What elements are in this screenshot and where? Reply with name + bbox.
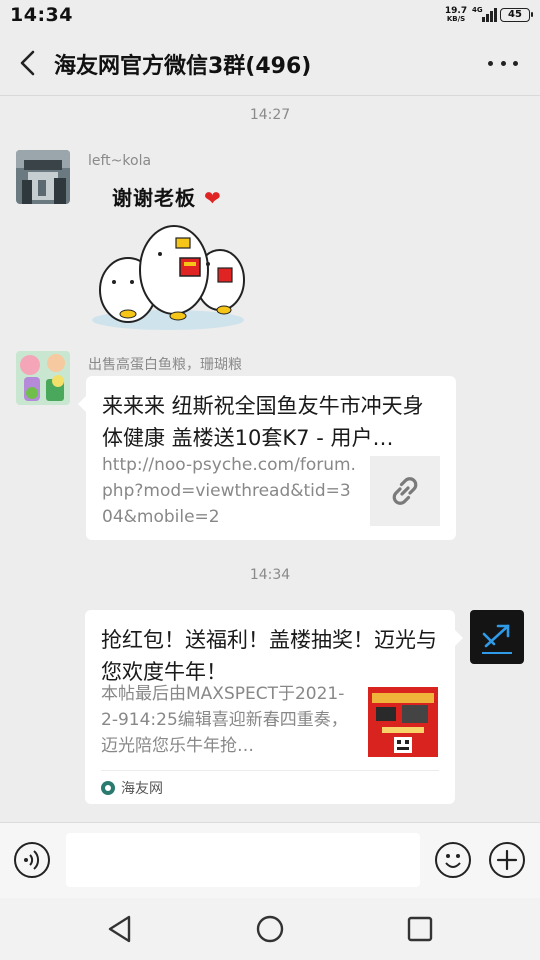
promo-poster-icon	[368, 687, 438, 757]
back-button[interactable]	[14, 48, 44, 78]
source-logo-icon	[101, 780, 115, 795]
message-timestamp: 14:27	[249, 107, 291, 123]
link-card-title: 来来来 纽斯祝全国鱼友牛市冲天身体健康 盖楼送10套K7 - 用户…	[102, 394, 424, 450]
more-dot-icon	[513, 60, 518, 66]
chevron-left-icon	[20, 50, 35, 76]
link-card[interactable]: 来来来 纽斯祝全国鱼友牛市冲天身体健康 盖楼送10套K7 - 用户… http:…	[78, 376, 456, 540]
link-icon	[392, 477, 418, 505]
more-dot-icon	[488, 60, 493, 66]
article-thumbnail	[368, 687, 438, 757]
chat-title: 海友网官方微信3群(496)	[54, 54, 312, 79]
status-bar: 14:34 19.7 KB/S 4G 45	[0, 0, 540, 30]
avatar-photo-icon	[16, 351, 70, 405]
message-input[interactable]	[66, 833, 420, 887]
link-thumbnail	[370, 456, 440, 526]
avatar[interactable]	[16, 150, 70, 204]
plus-icon	[496, 849, 518, 871]
article-source-name: 海友网	[121, 780, 163, 797]
nav-recents-button[interactable]	[403, 912, 437, 946]
heart-icon: ❤	[203, 186, 222, 210]
emoji-button[interactable]	[435, 842, 471, 878]
message-input-bar	[0, 822, 540, 898]
avatar-photo-icon	[16, 150, 70, 204]
article-source: 海友网	[101, 770, 439, 804]
sticker-caption-text: 谢谢老板	[112, 186, 196, 210]
circle-home-icon	[256, 915, 284, 943]
more-actions-button[interactable]	[489, 842, 525, 878]
network-speed-value: 19.7	[444, 6, 468, 16]
battery-level: 45	[508, 9, 522, 20]
article-card-title: 抢红包！送福利！盖楼抽奖！迈光与您欢度牛年！	[101, 628, 437, 684]
system-nav-bar	[0, 898, 540, 960]
chick-sticker-icon	[92, 225, 245, 330]
battery-icon: 45	[500, 8, 533, 22]
article-card-description: 本帖最后由MAXSPECT于2021-2-914:25编辑喜迎新春四重奏，迈光陪…	[101, 684, 348, 756]
sticker-message[interactable]: 谢谢老板 ❤	[88, 180, 248, 330]
status-time: 14:34	[10, 4, 73, 26]
sender-name: left~kola	[88, 153, 152, 169]
signal-icon: 4G	[472, 6, 497, 22]
network-speed-unit: KB/S	[446, 15, 466, 23]
voice-input-button[interactable]	[14, 842, 50, 878]
network-speed: 19.7 KB/S	[444, 6, 468, 24]
nav-home-button[interactable]	[253, 912, 287, 946]
sticker-caption: 谢谢老板 ❤	[112, 182, 222, 211]
nav-back-button[interactable]	[104, 912, 138, 946]
avatar-logo-icon	[470, 610, 524, 664]
voice-icon	[24, 850, 40, 870]
my-avatar[interactable]	[470, 610, 524, 664]
more-options-button[interactable]	[488, 52, 518, 74]
message-timestamp: 14:34	[249, 567, 291, 583]
triangle-back-icon	[108, 915, 131, 943]
article-card[interactable]: 抢红包！送福利！盖楼抽奖！迈光与您欢度牛年！ 本帖最后由MAXSPECT于202…	[85, 610, 463, 804]
avatar[interactable]	[16, 351, 70, 405]
emoji-icon	[445, 854, 461, 868]
status-indicators: 19.7 KB/S 4G 45	[444, 6, 533, 24]
more-dot-icon	[500, 60, 506, 66]
network-type: 4G	[472, 6, 483, 14]
square-recents-icon	[407, 916, 433, 942]
sender-name: 出售高蛋白鱼粮，珊瑚粮	[88, 357, 242, 373]
chat-header: 海友网官方微信3群(496)	[0, 30, 540, 96]
link-card-url: http://noo-psyche.com/forum.php?mod=view…	[102, 455, 356, 527]
